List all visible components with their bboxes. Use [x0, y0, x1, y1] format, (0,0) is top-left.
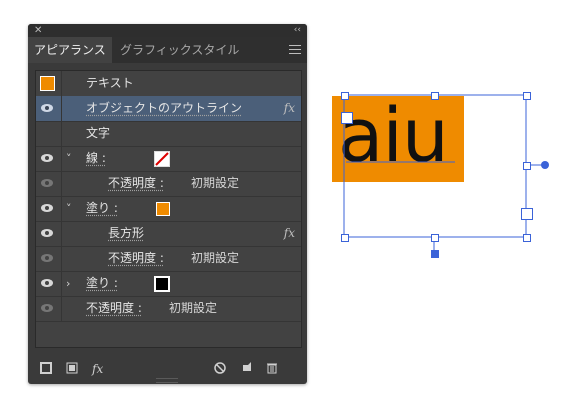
corner-widget-handle[interactable] [541, 161, 549, 169]
resize-handle-bottom-left[interactable] [341, 234, 349, 242]
bounding-box [343, 94, 527, 238]
threaded-text-in-port[interactable] [341, 112, 353, 124]
resize-handle-top[interactable] [431, 92, 439, 100]
rotate-handle[interactable] [431, 250, 439, 258]
resize-handle-bottom-right[interactable] [523, 234, 531, 242]
resize-handle-bottom[interactable] [431, 234, 439, 242]
selection-overlay [343, 94, 544, 254]
resize-handle-top-right[interactable] [523, 92, 531, 100]
threaded-text-out-port[interactable] [521, 208, 533, 220]
resize-handle-top-left[interactable] [341, 92, 349, 100]
resize-handle-right[interactable] [523, 162, 531, 170]
